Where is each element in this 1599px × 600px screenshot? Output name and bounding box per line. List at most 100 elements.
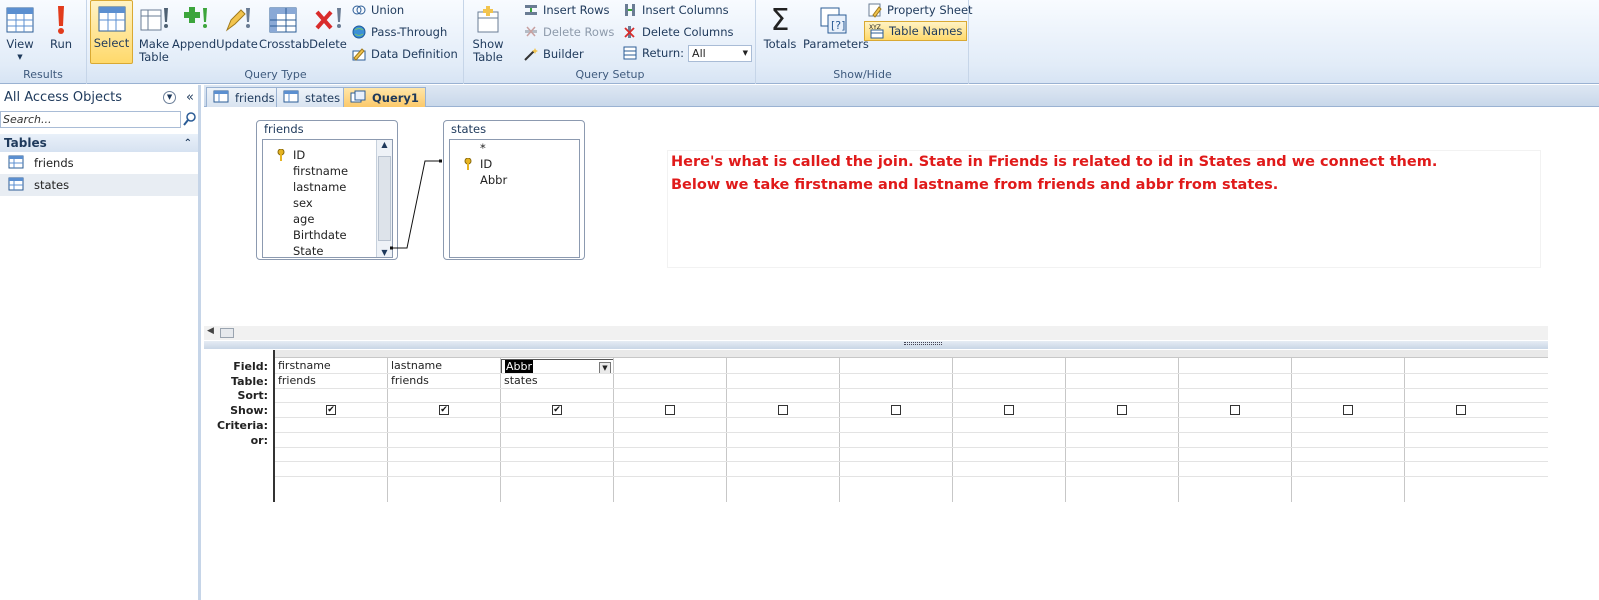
scroll-thumb[interactable] bbox=[220, 328, 234, 338]
collapse-section-icon[interactable]: ⌃ bbox=[184, 138, 192, 149]
field-cell[interactable] bbox=[840, 359, 953, 374]
table-cell[interactable]: friends bbox=[275, 374, 388, 389]
field-cell[interactable] bbox=[1066, 359, 1179, 374]
grid-left-border bbox=[273, 350, 275, 502]
table-cell[interactable]: states bbox=[501, 374, 614, 389]
property-sheet-button[interactable]: Property Sheet bbox=[867, 0, 973, 20]
return-selector[interactable]: Return: All ▼ bbox=[622, 43, 753, 63]
crosstab-label: Crosstab bbox=[259, 37, 310, 51]
pane-splitter[interactable] bbox=[204, 341, 1548, 349]
show-checkbox[interactable] bbox=[1230, 405, 1240, 415]
delete-x-icon bbox=[309, 2, 347, 38]
search-icon[interactable] bbox=[183, 112, 197, 129]
field-item[interactable]: * bbox=[450, 140, 579, 156]
field-item[interactable]: ID bbox=[450, 156, 579, 172]
table-names-button[interactable]: XYZ Table Names bbox=[864, 21, 968, 41]
collapse-pane-icon[interactable]: « bbox=[186, 90, 194, 105]
return-label: Return: bbox=[642, 46, 685, 60]
nav-header[interactable]: All Access Objects ▼ « bbox=[0, 85, 198, 109]
nav-item-label: states bbox=[34, 178, 70, 192]
field-cell[interactable]: firstname bbox=[275, 359, 388, 374]
field-cell[interactable] bbox=[1405, 359, 1518, 374]
run-exclamation-icon bbox=[44, 2, 78, 38]
union-button[interactable]: Union bbox=[351, 0, 404, 20]
join-line[interactable] bbox=[204, 108, 464, 268]
field-cell[interactable]: Abbr ▼ bbox=[501, 359, 614, 374]
table-cell[interactable] bbox=[1405, 374, 1518, 389]
field-cell[interactable] bbox=[727, 359, 840, 374]
splitter-grip[interactable] bbox=[904, 342, 942, 345]
show-checkbox[interactable]: ✔ bbox=[552, 405, 562, 415]
tab-states[interactable]: states bbox=[276, 87, 348, 107]
tab-friends[interactable]: friends bbox=[206, 87, 282, 107]
table-cell[interactable] bbox=[614, 374, 727, 389]
field-cell[interactable]: lastname bbox=[388, 359, 501, 374]
show-checkbox[interactable] bbox=[1004, 405, 1014, 415]
nav-menu-chevron-icon[interactable]: ▼ bbox=[163, 90, 177, 104]
delete-query-button[interactable]: Delete bbox=[309, 2, 347, 64]
nav-item-friends[interactable]: friends bbox=[0, 152, 198, 174]
append-button[interactable]: Append bbox=[172, 2, 216, 64]
builder-button[interactable]: Builder bbox=[523, 44, 584, 64]
return-dropdown[interactable]: All ▼ bbox=[688, 44, 753, 62]
field-cell-value: lastname bbox=[391, 359, 443, 372]
totals-button[interactable]: Σ Totals bbox=[761, 2, 799, 64]
field-cell[interactable] bbox=[953, 359, 1066, 374]
table-cell[interactable] bbox=[727, 374, 840, 389]
field-item[interactable]: Abbr bbox=[450, 172, 579, 188]
grid-row-line bbox=[274, 447, 1548, 448]
insert-rows-label: Insert Rows bbox=[543, 3, 610, 17]
make-table-icon bbox=[134, 2, 174, 38]
field-cell[interactable] bbox=[1292, 359, 1405, 374]
designer-horizontal-scrollbar[interactable]: ◀ bbox=[204, 326, 1548, 340]
show-checkbox[interactable] bbox=[1117, 405, 1127, 415]
row-label-or: or: bbox=[250, 434, 268, 447]
show-checkbox[interactable] bbox=[891, 405, 901, 415]
data-definition-button[interactable]: Data Definition bbox=[351, 44, 458, 64]
show-checkbox[interactable]: ✔ bbox=[439, 405, 449, 415]
field-cell[interactable] bbox=[1179, 359, 1292, 374]
row-label-field: Field: bbox=[233, 360, 268, 373]
grid-row-line bbox=[274, 402, 1548, 403]
run-button[interactable]: Run bbox=[44, 2, 78, 64]
nav-search: Search... bbox=[0, 111, 197, 129]
tab-query1[interactable]: Query1 bbox=[343, 87, 426, 107]
document-tabs: friends states Query1 bbox=[204, 85, 1599, 107]
crosstab-button[interactable]: Crosstab bbox=[259, 2, 310, 64]
parameters-button[interactable]: [?] Parameters bbox=[803, 2, 869, 64]
nav-item-states[interactable]: states bbox=[0, 174, 198, 196]
show-table-button[interactable]: Show Table bbox=[467, 2, 509, 64]
table-cell[interactable] bbox=[953, 374, 1066, 389]
delete-rows-button[interactable]: Delete Rows bbox=[523, 22, 614, 42]
table-cell[interactable] bbox=[1179, 374, 1292, 389]
table-icon bbox=[283, 90, 299, 106]
view-button[interactable]: View ▼ bbox=[2, 2, 38, 64]
insert-rows-button[interactable]: Insert Rows bbox=[523, 0, 610, 20]
show-checkbox[interactable] bbox=[1456, 405, 1466, 415]
update-button[interactable]: Update bbox=[216, 2, 258, 64]
svg-text:[?]: [?] bbox=[831, 19, 845, 32]
pass-through-button[interactable]: Pass-Through bbox=[351, 22, 447, 42]
grid-column-selector-strip[interactable] bbox=[274, 350, 1548, 358]
tables-section-header[interactable]: Tables ⌃ bbox=[0, 134, 198, 152]
insert-columns-button[interactable]: Insert Columns bbox=[622, 0, 729, 20]
show-checkbox[interactable] bbox=[1343, 405, 1353, 415]
query-designer-pane: friends ID firstname lastname sex age Bi… bbox=[204, 108, 1599, 345]
make-table-button[interactable]: Make Table bbox=[134, 2, 174, 64]
delete-columns-button[interactable]: Delete Columns bbox=[622, 22, 733, 42]
tables-section-label: Tables bbox=[4, 136, 47, 150]
table-cell[interactable] bbox=[840, 374, 953, 389]
select-query-button[interactable]: Select bbox=[90, 0, 133, 64]
field-cell[interactable] bbox=[614, 359, 727, 374]
table-cell[interactable] bbox=[1292, 374, 1405, 389]
view-dropdown-icon: ▼ bbox=[17, 53, 23, 61]
pass-through-label: Pass-Through bbox=[371, 25, 448, 39]
show-checkbox[interactable]: ✔ bbox=[326, 405, 336, 415]
table-cell[interactable]: friends bbox=[388, 374, 501, 389]
show-checkbox[interactable] bbox=[665, 405, 675, 415]
search-input[interactable]: Search... bbox=[0, 111, 181, 128]
show-checkbox[interactable] bbox=[778, 405, 788, 415]
scroll-left-icon[interactable]: ◀ bbox=[207, 326, 214, 336]
table-cell[interactable] bbox=[1066, 374, 1179, 389]
states-table-box[interactable]: states * ID Abbr bbox=[443, 120, 585, 260]
